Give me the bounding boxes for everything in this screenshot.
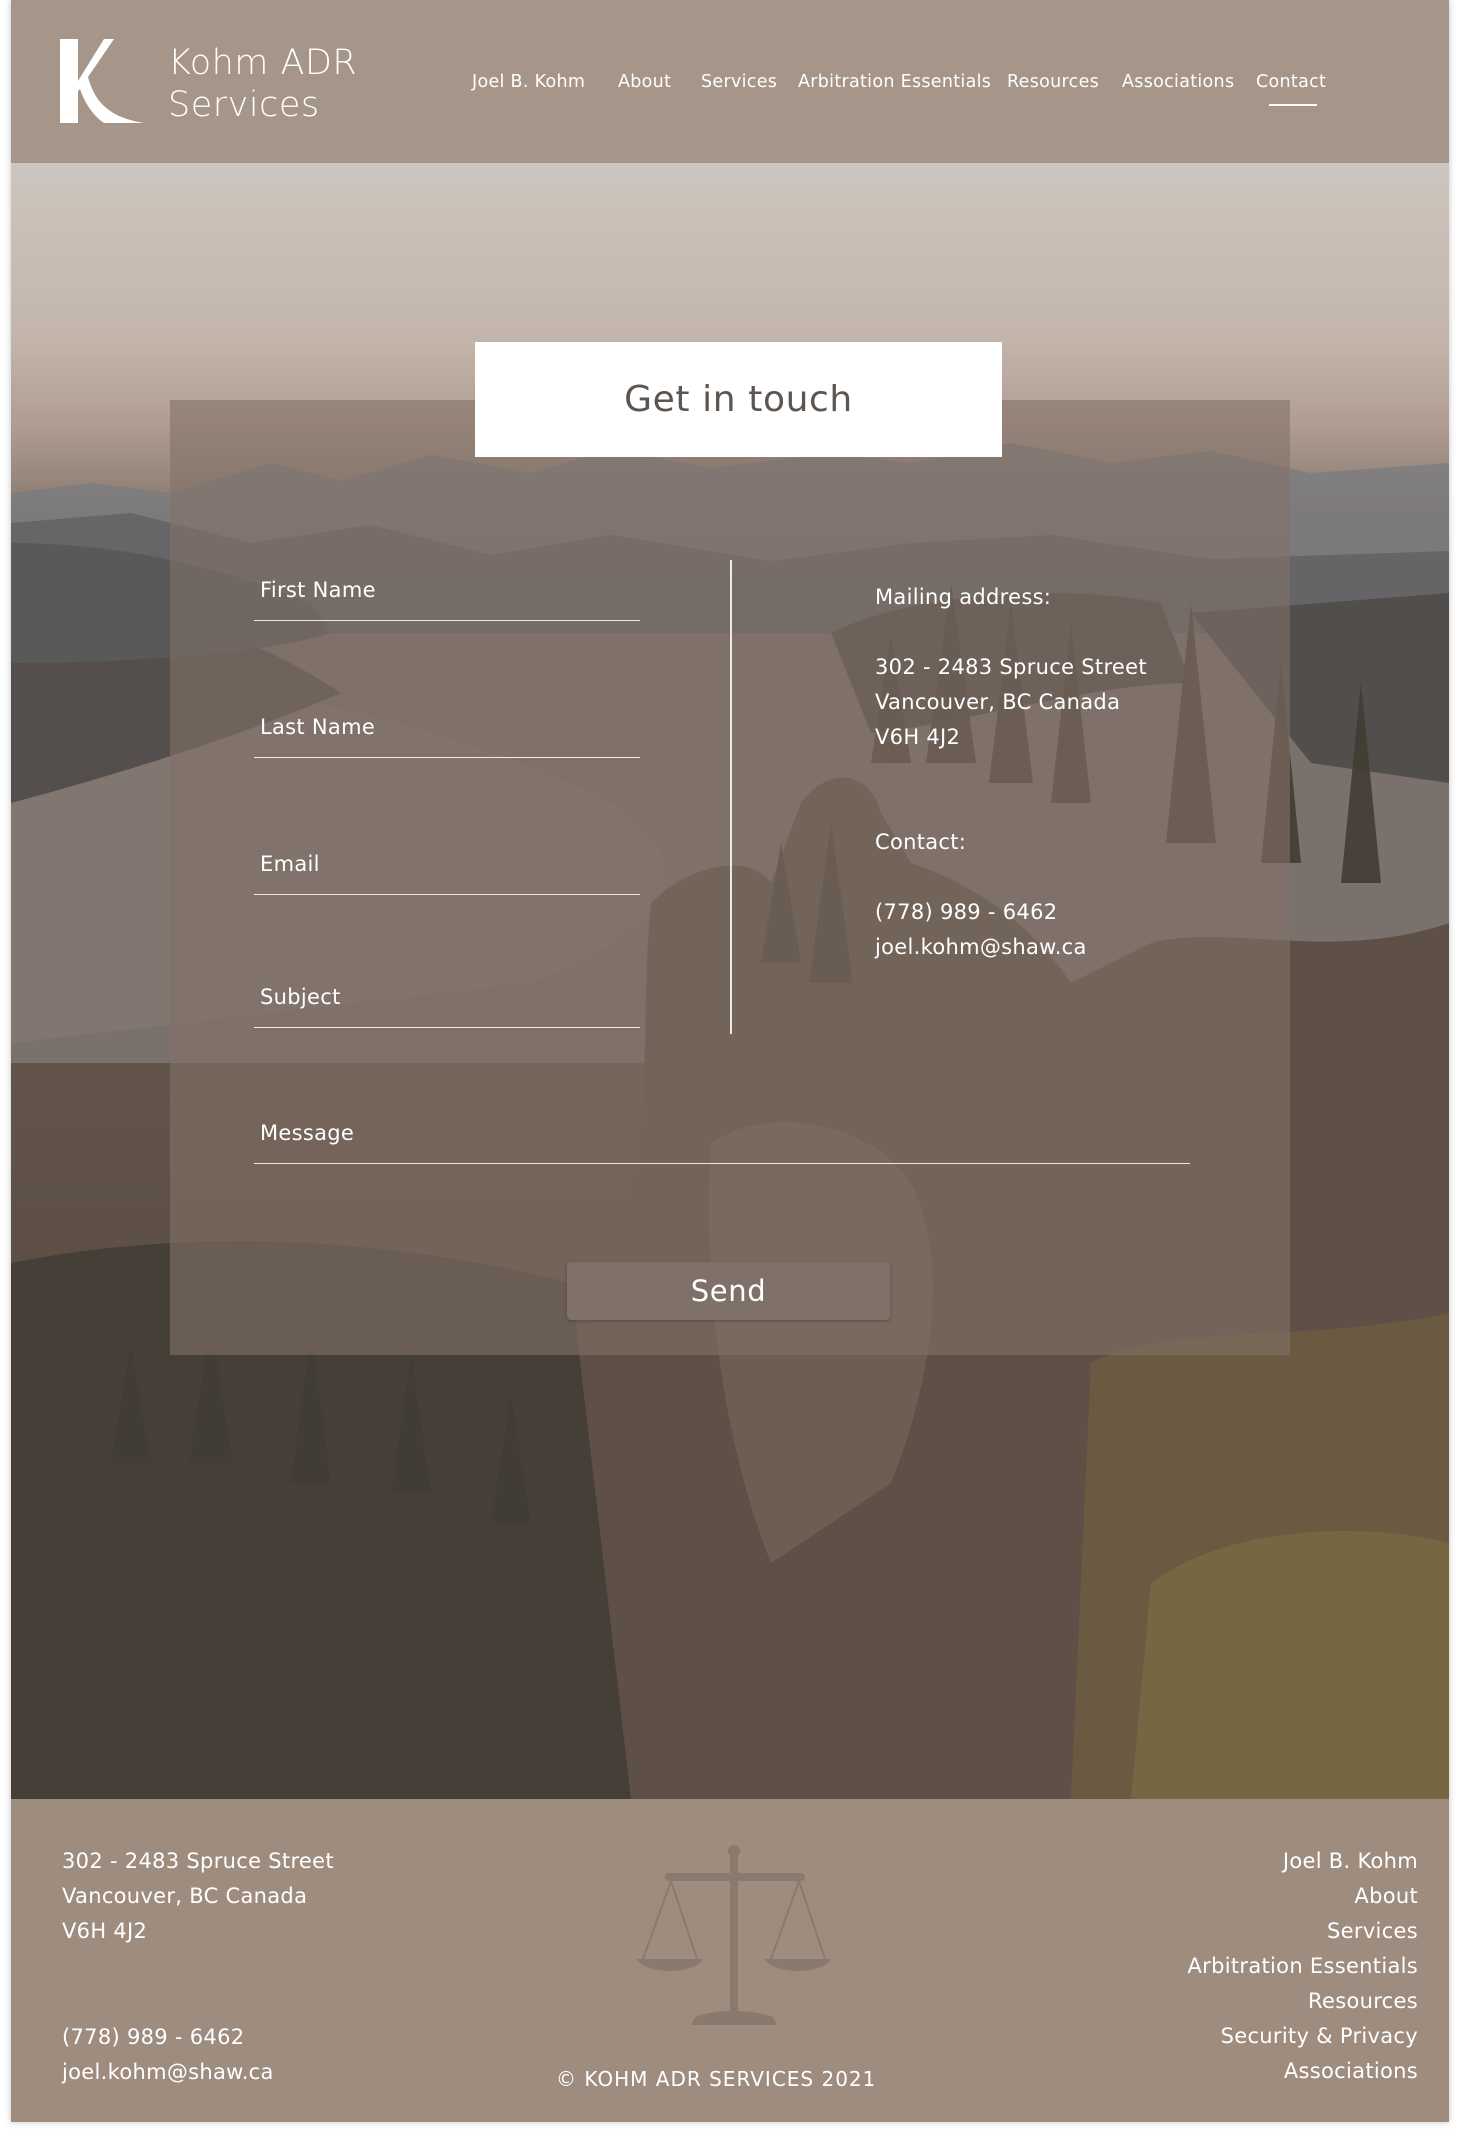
footer-link-arbitration-essentials[interactable]: Arbitration Essentials (1188, 1949, 1419, 1984)
footer-link-services[interactable]: Services (1188, 1914, 1419, 1949)
footer-link-resources[interactable]: Resources (1188, 1984, 1419, 2019)
contact-title: Get in touch (475, 342, 1002, 457)
message-field[interactable]: Message (254, 1103, 1190, 1164)
message-label: Message (260, 1121, 355, 1145)
first-name-field[interactable]: First Name (254, 560, 640, 621)
footer-link-associations[interactable]: Associations (1188, 2054, 1419, 2089)
nav-services[interactable]: Services (701, 72, 777, 92)
nav-about[interactable]: About (618, 72, 671, 92)
contact-heading: Contact: (875, 830, 967, 854)
form-divider (730, 560, 732, 1034)
footer-address-line-2: Vancouver, BC Canada (62, 1884, 308, 1908)
brand-name-line2: Services (168, 85, 320, 125)
contact-email[interactable]: joel.kohm@shaw.ca (875, 930, 1087, 965)
nav-active-indicator (1269, 104, 1317, 106)
nav-resources[interactable]: Resources (1007, 72, 1099, 92)
address-line-1: 302 - 2483 Spruce Street (875, 655, 1147, 679)
footer-phone[interactable]: (778) 989 - 6462 (62, 2020, 274, 2055)
footer-link-about[interactable]: About (1188, 1879, 1419, 1914)
address-line-2: Vancouver, BC Canada (875, 690, 1121, 714)
footer-link-security-privacy[interactable]: Security & Privacy (1188, 2019, 1419, 2054)
subject-field[interactable]: Subject (254, 967, 640, 1028)
site-header: Kohm ADR Services Joel B. Kohm About Ser… (11, 0, 1449, 163)
page: Kohm ADR Services Joel B. Kohm About Ser… (11, 0, 1449, 2122)
scales-of-justice-icon (637, 1845, 831, 2025)
address-line-3: V6H 4J2 (875, 725, 961, 749)
contact-details: (778) 989 - 6462 joel.kohm@shaw.ca (875, 895, 1087, 965)
copyright-text: © KOHM ADR SERVICES 2021 (556, 2067, 877, 2091)
footer-address: 302 - 2483 Spruce Street Vancouver, BC C… (62, 1844, 334, 1949)
send-button[interactable]: Send (567, 1262, 890, 1320)
site-footer: 302 - 2483 Spruce Street Vancouver, BC C… (11, 1799, 1449, 2122)
footer-email[interactable]: joel.kohm@shaw.ca (62, 2055, 274, 2090)
mailing-address-heading: Mailing address: (875, 585, 1052, 609)
footer-address-line-1: 302 - 2483 Spruce Street (62, 1849, 334, 1873)
nav-contact[interactable]: Contact (1256, 72, 1326, 92)
last-name-label: Last Name (260, 715, 376, 739)
last-name-field[interactable]: Last Name (254, 697, 640, 758)
k-letter-logo-icon[interactable] (54, 37, 146, 125)
footer-contact: (778) 989 - 6462 joel.kohm@shaw.ca (62, 2020, 274, 2090)
nav-joel-b-kohm[interactable]: Joel B. Kohm (472, 72, 585, 92)
subject-label: Subject (260, 985, 341, 1009)
nav-arbitration-essentials[interactable]: Arbitration Essentials (798, 72, 991, 92)
footer-link-joel-b-kohm[interactable]: Joel B. Kohm (1188, 1844, 1419, 1879)
brand-name[interactable]: Kohm ADR Services (168, 42, 398, 126)
first-name-label: First Name (260, 578, 376, 602)
brand-name-line1: Kohm ADR (168, 43, 358, 83)
mailing-address-block: 302 - 2483 Spruce Street Vancouver, BC C… (875, 650, 1147, 755)
footer-nav: Joel B. Kohm About Services Arbitration … (1188, 1844, 1419, 2089)
contact-phone[interactable]: (778) 989 - 6462 (875, 895, 1087, 930)
footer-address-line-3: V6H 4J2 (62, 1919, 148, 1943)
email-label: Email (260, 852, 320, 876)
email-field[interactable]: Email (254, 834, 640, 895)
nav-associations[interactable]: Associations (1122, 72, 1234, 92)
